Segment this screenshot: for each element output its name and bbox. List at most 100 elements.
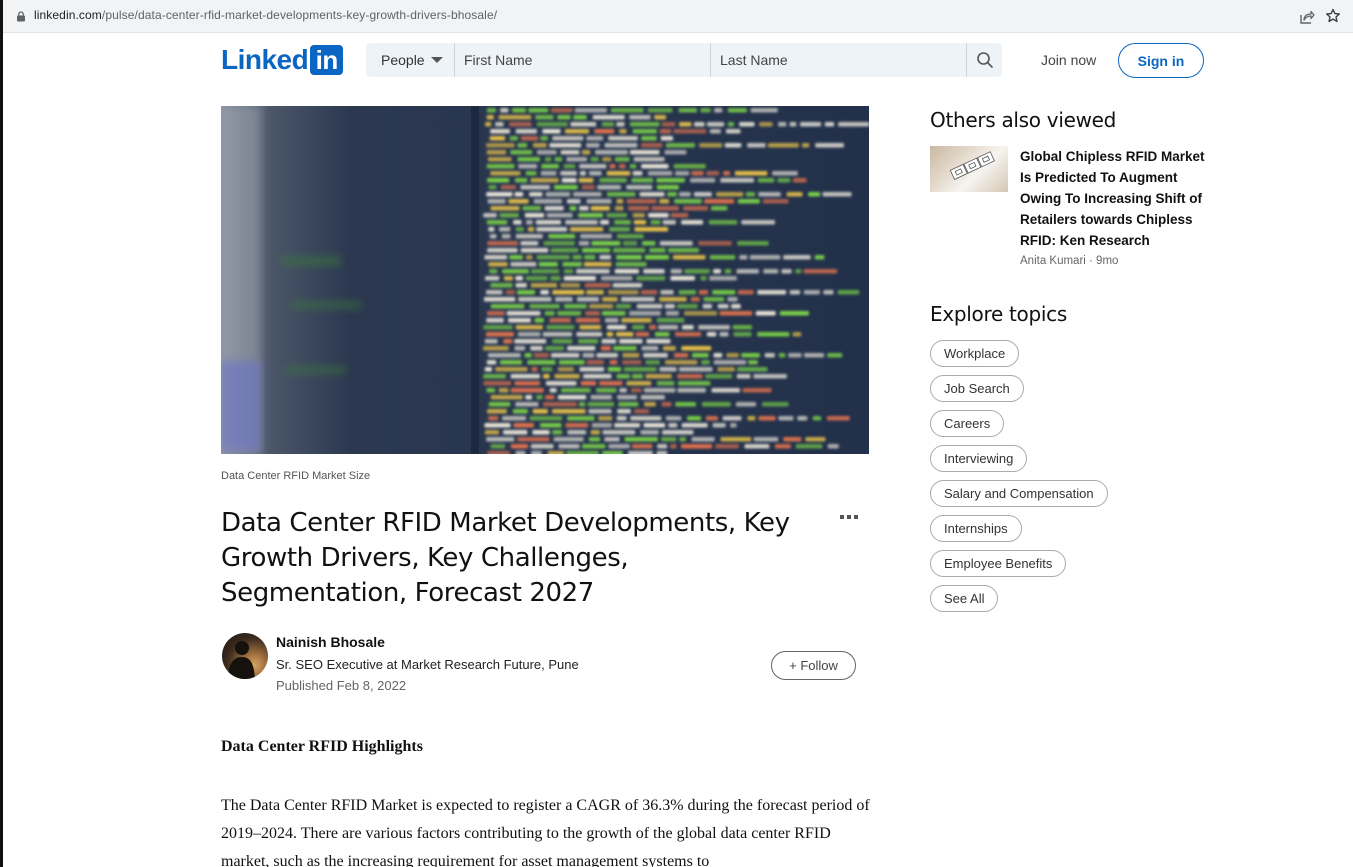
code-token [510, 444, 529, 449]
browser-address-bar[interactable]: linkedin.com/pulse/data-center-rfid-mark… [3, 0, 1353, 33]
code-token [531, 451, 542, 454]
code-token [503, 339, 513, 344]
join-now-link[interactable]: Join now [1041, 52, 1096, 68]
code-token [500, 185, 516, 190]
code-token [619, 129, 627, 134]
code-token [602, 157, 612, 162]
code-token [531, 367, 538, 372]
sign-in-button[interactable]: Sign in [1118, 43, 1204, 78]
code-token [678, 290, 697, 295]
search-button[interactable] [967, 43, 1002, 77]
code-token [580, 381, 597, 386]
code-token [677, 304, 698, 309]
code-token [630, 388, 642, 393]
code-token [774, 444, 791, 449]
code-token [541, 164, 559, 169]
code-token [838, 122, 869, 127]
topic-pill-workplace[interactable]: Workplace [930, 340, 1020, 367]
url-text[interactable]: linkedin.com/pulse/data-center-rfid-mark… [34, 8, 497, 22]
code-token [569, 227, 604, 232]
code-token [662, 430, 694, 435]
code-token [488, 185, 497, 190]
code-token [720, 437, 752, 442]
code-token [708, 220, 738, 225]
code-token [783, 255, 811, 260]
code-token [699, 143, 723, 148]
code-token [517, 332, 541, 337]
code-token [599, 255, 611, 260]
code-token [544, 157, 552, 162]
code-token [545, 381, 577, 386]
code-token [724, 143, 742, 148]
code-token [543, 374, 550, 379]
code-token [539, 423, 562, 428]
code-token [590, 157, 599, 162]
code-token [509, 136, 518, 141]
code-token [804, 353, 825, 358]
code-token [609, 164, 616, 169]
code-token [786, 192, 803, 197]
caret-down-icon [430, 57, 443, 63]
code-token [544, 395, 555, 400]
code-token [632, 325, 645, 330]
star-icon[interactable] [1325, 8, 1341, 24]
code-token [586, 360, 604, 365]
code-token [483, 381, 512, 386]
topic-pill-see-all[interactable]: See All [930, 585, 999, 612]
code-token [488, 402, 511, 407]
code-token [764, 353, 775, 358]
code-token [532, 409, 548, 414]
others-viewed-thumbnail[interactable] [930, 146, 1008, 192]
more-options-button[interactable] [840, 515, 858, 519]
code-token [659, 199, 670, 204]
code-token [520, 241, 539, 246]
code-token [508, 318, 531, 323]
code-token [563, 269, 574, 274]
code-token [527, 360, 556, 365]
code-token [536, 395, 543, 400]
code-token [815, 143, 844, 148]
code-token [487, 199, 506, 204]
code-token [515, 325, 543, 330]
code-token [621, 318, 652, 323]
code-token [661, 402, 672, 407]
code-token [510, 388, 544, 393]
first-name-input[interactable] [455, 43, 711, 77]
code-token [703, 297, 725, 302]
code-token [636, 276, 666, 281]
share-icon[interactable] [1299, 9, 1315, 25]
code-token [579, 206, 589, 211]
author-avatar[interactable] [222, 633, 268, 679]
topic-pill-employee-benefits[interactable]: Employee Benefits [930, 550, 1067, 577]
topic-pill-careers[interactable]: Careers [930, 410, 1005, 437]
code-token [560, 171, 577, 176]
url-path: /pulse/data-center-rfid-market-developme… [101, 8, 498, 22]
topic-pill-internships[interactable]: Internships [930, 515, 1022, 542]
others-viewed-article-link[interactable]: Global Chipless RFID Market Is Predicted… [1020, 146, 1210, 251]
topic-pill-interviewing[interactable]: Interviewing [930, 445, 1028, 472]
code-token [631, 178, 654, 183]
topic-pill-salary[interactable]: Salary and Compensation [930, 480, 1108, 507]
code-token [510, 374, 540, 379]
code-token [485, 276, 500, 281]
code-token [679, 122, 692, 127]
search-category-dropdown[interactable]: People [366, 43, 455, 77]
code-token [680, 444, 713, 449]
code-token [622, 360, 642, 365]
code-token [814, 255, 825, 260]
search-icon [976, 52, 993, 68]
code-token [579, 367, 605, 372]
code-token [801, 143, 810, 148]
linkedin-logo[interactable]: Linked in [221, 45, 344, 75]
follow-button[interactable]: + Follow [771, 651, 856, 680]
code-token [694, 122, 705, 127]
author-name[interactable]: Nainish Bhosale [276, 634, 385, 650]
code-token [548, 234, 576, 239]
code-token [747, 143, 766, 148]
code-token [709, 255, 736, 260]
code-token [500, 108, 509, 113]
last-name-input[interactable] [711, 43, 967, 77]
topic-pill-job-search[interactable]: Job Search [930, 375, 1024, 402]
code-token [727, 297, 738, 302]
code-token [561, 178, 577, 183]
